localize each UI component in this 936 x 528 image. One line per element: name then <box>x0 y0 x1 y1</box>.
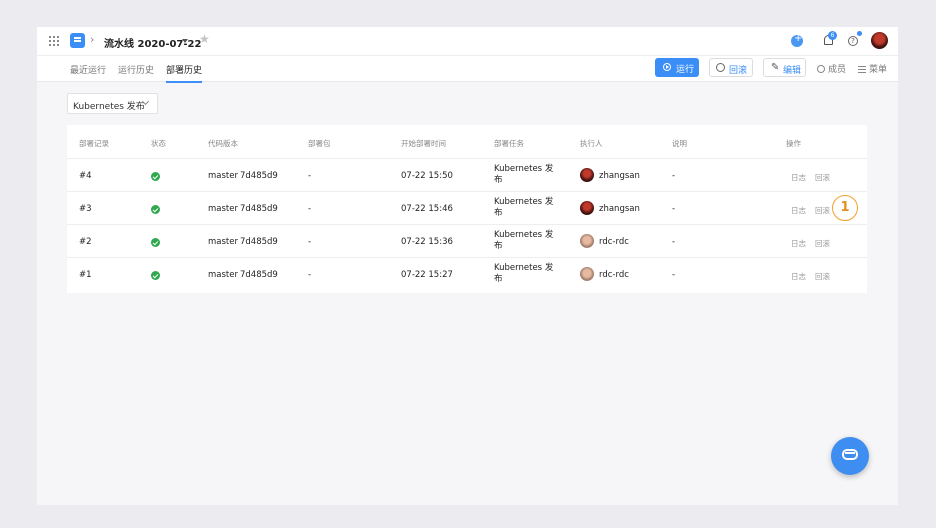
commit-branch: master <box>208 204 238 214</box>
run-button-label: 运行 <box>676 65 695 75</box>
commit-hash[interactable]: 7d485d9 <box>240 204 278 214</box>
rollback-link[interactable]: 回滚 <box>815 271 830 282</box>
history-icon <box>716 63 725 72</box>
deploy-task: Kubernetes 发布 <box>494 197 554 218</box>
column-header-note: 说明 <box>672 139 687 148</box>
package-value: - <box>308 204 312 214</box>
log-link[interactable]: 日志 <box>791 172 806 183</box>
table-row: #3 master 7d485d9 - 07-22 15:46 Kubernet… <box>67 192 867 225</box>
executor-name: zhangsan <box>599 171 640 181</box>
play-icon <box>663 63 671 71</box>
help-dot-badge <box>857 31 862 36</box>
tab-deploy-history[interactable]: 部署历史 <box>166 63 203 83</box>
success-check-icon <box>151 172 160 181</box>
log-link[interactable]: 日志 <box>791 271 806 282</box>
executor-name: rdc-rdc <box>599 237 629 247</box>
members-button[interactable]: 成员 <box>817 62 846 75</box>
app-window: › 流水线 2020-07-22 ★ 6 ? 最近运行 运行历史 部署历史 运行… <box>37 27 898 505</box>
note-value: - <box>672 204 676 214</box>
record-number[interactable]: #1 <box>79 270 92 280</box>
commit-branch: master <box>208 171 238 181</box>
column-header-task: 部署任务 <box>494 139 524 148</box>
edit-button[interactable]: ✎ 编辑 <box>763 58 806 77</box>
commit-branch: master <box>208 270 238 280</box>
commit-hash[interactable]: 7d485d9 <box>240 171 278 181</box>
success-check-icon <box>151 238 160 247</box>
menu-label: 菜单 <box>869 65 888 75</box>
table-row: #2 master 7d485d9 - 07-22 15:36 Kubernet… <box>67 225 867 258</box>
note-value: - <box>672 171 676 181</box>
success-check-icon <box>151 271 160 280</box>
note-value: - <box>672 237 676 247</box>
notification-badge: 6 <box>828 31 837 40</box>
commit-hash[interactable]: 7d485d9 <box>240 237 278 247</box>
rollback-link[interactable]: 回滚 <box>815 205 830 216</box>
rollback-button-label: 回滚 <box>729 66 748 76</box>
members-label: 成员 <box>828 65 847 75</box>
add-icon[interactable] <box>791 33 803 47</box>
package-value: - <box>308 171 312 181</box>
table-row: #1 master 7d485d9 - 07-22 15:27 Kubernet… <box>67 258 867 291</box>
record-number[interactable]: #3 <box>79 204 92 214</box>
rollback-link[interactable]: 回滚 <box>815 238 830 249</box>
commit-branch: master <box>208 237 238 247</box>
run-button[interactable]: 运行 <box>655 58 699 77</box>
tab-run-history[interactable]: 运行历史 <box>118 63 154 83</box>
table-row: #4 master 7d485d9 - 07-22 15:50 Kubernet… <box>67 159 867 192</box>
success-check-icon <box>151 205 160 214</box>
start-time: 07-22 15:36 <box>401 237 453 247</box>
executor-avatar <box>580 267 594 281</box>
deploy-history-table: 部署记录 状态 代码版本 部署包 开始部署时间 部署任务 执行人 说明 操作 #… <box>67 125 867 293</box>
environment-select[interactable]: Kubernetes 发布 <box>67 93 158 114</box>
column-header-record: 部署记录 <box>79 139 109 148</box>
deploy-task: Kubernetes 发布 <box>494 164 554 185</box>
column-header-start-time: 开始部署时间 <box>401 139 446 148</box>
menu-icon <box>858 66 866 73</box>
rollback-button[interactable]: 回滚 <box>709 58 753 77</box>
column-header-commit: 代码版本 <box>208 139 238 148</box>
record-number[interactable]: #2 <box>79 237 92 247</box>
column-header-executor: 执行人 <box>580 139 603 148</box>
executor-avatar <box>580 201 594 215</box>
breadcrumb-chevron-icon: › <box>90 33 95 46</box>
table-header: 部署记录 状态 代码版本 部署包 开始部署时间 部署任务 执行人 说明 操作 <box>67 125 867 159</box>
chat-bubble-line <box>845 452 855 457</box>
deploy-task: Kubernetes 发布 <box>494 263 554 284</box>
edit-button-label: 编辑 <box>783 66 802 76</box>
column-header-actions: 操作 <box>786 139 801 148</box>
flow-logo-icon[interactable] <box>70 33 85 48</box>
log-link[interactable]: 日志 <box>791 238 806 249</box>
menu-button[interactable]: 菜单 <box>858 62 887 75</box>
app-grid-icon[interactable] <box>49 36 59 46</box>
note-value: - <box>672 270 676 280</box>
package-value: - <box>308 237 312 247</box>
log-link[interactable]: 日志 <box>791 205 806 216</box>
column-header-package: 部署包 <box>308 139 331 148</box>
executor-name: zhangsan <box>599 204 640 214</box>
members-icon <box>817 65 825 73</box>
commit-hash[interactable]: 7d485d9 <box>240 270 278 280</box>
executor-avatar <box>580 234 594 248</box>
tab-recent-runs[interactable]: 最近运行 <box>70 63 106 83</box>
start-time: 07-22 15:27 <box>401 270 453 280</box>
user-avatar[interactable] <box>871 32 888 49</box>
top-bar: › 流水线 2020-07-22 ★ 6 ? <box>37 27 898 55</box>
pencil-icon: ✎ <box>771 62 780 73</box>
caret-down-icon[interactable] <box>182 39 188 43</box>
column-header-status: 状态 <box>151 139 166 148</box>
chat-button[interactable] <box>831 437 869 475</box>
step-marker-badge: 1 <box>832 195 858 221</box>
start-time: 07-22 15:46 <box>401 204 453 214</box>
executor-avatar <box>580 168 594 182</box>
executor-name: rdc-rdc <box>599 270 629 280</box>
star-icon[interactable]: ★ <box>199 32 210 46</box>
environment-select-value: Kubernetes 发布 <box>73 102 145 112</box>
deploy-task: Kubernetes 发布 <box>494 230 554 251</box>
rollback-link[interactable]: 回滚 <box>815 172 830 183</box>
start-time: 07-22 15:50 <box>401 171 453 181</box>
record-number[interactable]: #4 <box>79 171 92 181</box>
help-icon[interactable]: ? <box>848 36 858 46</box>
package-value: - <box>308 270 312 280</box>
